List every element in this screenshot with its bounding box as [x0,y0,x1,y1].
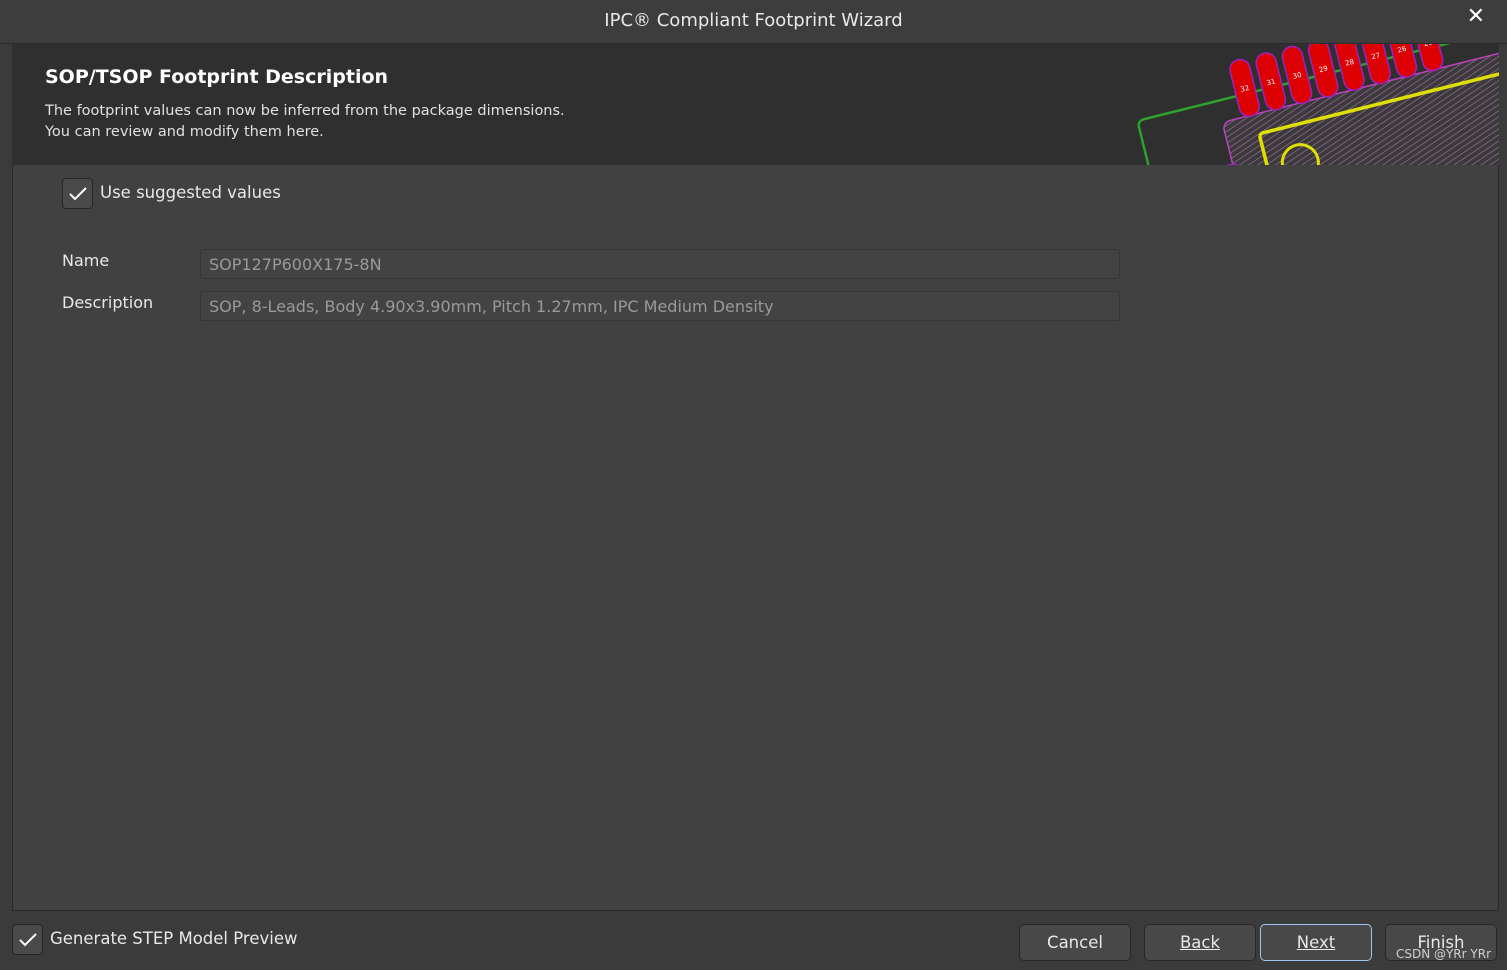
page-title: SOP/TSOP Footprint Description [45,66,389,88]
main-panel: Use suggested values Name Description [12,165,1499,911]
close-icon[interactable]: ✕ [1467,4,1485,29]
use-suggested-values-label: Use suggested values [100,183,281,202]
cancel-button[interactable]: Cancel [1019,924,1131,961]
generate-step-preview-checkbox[interactable] [12,924,43,955]
header-panel: SOP/TSOP Footprint Description The footp… [12,44,1499,165]
description-label: Description [62,293,154,312]
page-description: The footprint values can now be inferred… [45,101,565,143]
checkmark-icon [18,932,37,946]
next-button[interactable]: Next [1260,924,1372,961]
use-suggested-values-checkbox[interactable] [62,178,93,209]
description-input[interactable] [200,291,1120,321]
back-button[interactable]: Back [1144,924,1256,961]
description-line: You can review and modify them here. [45,124,324,140]
name-input[interactable] [200,249,1120,279]
footprint-illustration: 3231302928272625124 [1137,44,1499,165]
checkmark-icon [68,186,87,200]
watermark: CSDN @YRr YRr [1395,947,1491,961]
generate-step-preview-label: Generate STEP Model Preview [50,929,298,948]
window-title: IPC® Compliant Footprint Wizard [604,10,903,31]
title-bar: IPC® Compliant Footprint Wizard ✕ [0,0,1507,44]
name-label: Name [62,251,110,270]
description-line: The footprint values can now be inferred… [45,103,565,119]
